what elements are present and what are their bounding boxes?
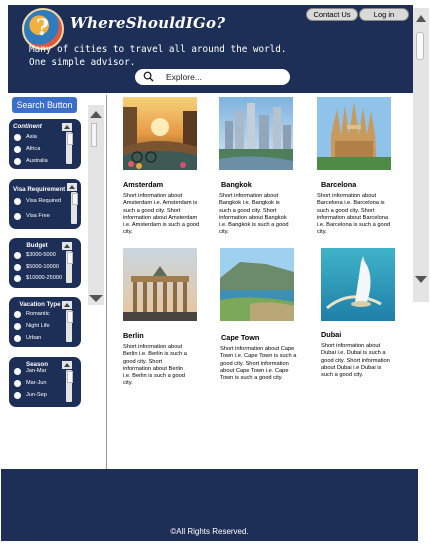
barcelona-photo[interactable] — [317, 97, 391, 170]
filter-title: Visa Requirement — [13, 186, 66, 193]
radio-button[interactable] — [14, 275, 21, 282]
tagline: Many of cities to travel all around the … — [29, 44, 287, 68]
option-label: Africa — [26, 146, 41, 152]
option-label: Jan-Mar — [26, 368, 47, 374]
arrow-down-icon[interactable] — [89, 295, 103, 302]
radio-button[interactable] — [14, 311, 21, 318]
option-label: Visa Free — [26, 213, 50, 219]
city-name[interactable]: Amsterdam — [123, 180, 201, 189]
radio-button[interactable] — [14, 368, 21, 375]
dubai-photo[interactable] — [321, 248, 395, 321]
option-label: Romantic — [26, 311, 50, 317]
copyright-text: ©All Rights Reserved. — [170, 527, 249, 536]
radio-button[interactable] — [14, 134, 21, 141]
city-description: Short information about Bangkok i.e. Ban… — [219, 193, 289, 236]
city-card-amsterdam[interactable]: Amsterdam Short information about Amster… — [123, 97, 201, 237]
sidebar-scrollbar[interactable] — [88, 105, 104, 305]
filter-scrollbar[interactable] — [66, 132, 73, 164]
radio-button[interactable] — [14, 335, 21, 342]
chevron-up-icon[interactable] — [62, 242, 72, 250]
filter-title: Vacation Type — [19, 301, 61, 308]
filter-budget: Budget $3000-5000 $5000-10000 $10000-250… — [9, 238, 81, 288]
berlin-photo[interactable] — [123, 248, 197, 321]
brand-title[interactable]: WhereShouldIGo? — [70, 14, 225, 32]
chevron-up-icon[interactable] — [67, 183, 77, 191]
filter-scrollbar[interactable] — [66, 310, 73, 342]
filter-sidebar: Search Button Continent Asia Africa Aust… — [0, 95, 107, 470]
city-description: Short information about Amsterdam i.e. A… — [123, 193, 200, 236]
cape-town-photo[interactable] — [220, 248, 294, 321]
contact-us-button[interactable]: Contact Us — [306, 8, 358, 21]
radio-button[interactable] — [14, 252, 21, 259]
scrollbar-thumb[interactable] — [416, 32, 424, 60]
search-icon[interactable] — [143, 71, 154, 82]
filter-title: Season — [25, 361, 48, 368]
arrow-down-icon[interactable] — [415, 276, 427, 283]
city-description: Short information about Barcelona i.e. B… — [317, 193, 391, 236]
radio-button[interactable] — [14, 380, 21, 387]
city-description: Short information about Berlin i.e. Berl… — [123, 344, 187, 387]
city-card-cape-town[interactable]: Cape Town Short information about Cape T… — [220, 248, 298, 382]
city-name[interactable]: Cape Town — [221, 333, 298, 342]
city-description: Short information about Dubai i.e. Dubai… — [321, 343, 390, 379]
city-name[interactable]: Dubai — [321, 330, 399, 339]
city-description: Short information about Cape Town i.e. C… — [220, 346, 297, 382]
option-label: Jun-Sep — [26, 392, 47, 398]
explore-search-input[interactable]: Explore... — [135, 69, 290, 85]
site-header: ? WhereShouldIGo? Many of cities to trav… — [8, 5, 413, 93]
radio-button[interactable] — [14, 213, 21, 220]
scrollbar-thumb[interactable] — [91, 123, 97, 147]
page-scrollbar[interactable] — [413, 8, 429, 302]
bangkok-photo[interactable] — [219, 97, 293, 170]
filter-season: Season Jan-Mar Mar-Jun Jun-Sep — [9, 357, 81, 407]
filter-continent: Continent Asia Africa Australia — [9, 119, 81, 169]
chevron-up-icon[interactable] — [62, 301, 72, 309]
city-card-berlin[interactable]: Berlin Short information about Berlin i.… — [123, 248, 201, 388]
option-label: $10000-25000 — [26, 275, 63, 281]
filter-title: Continent — [13, 123, 42, 130]
filter-scrollbar[interactable] — [66, 370, 73, 402]
option-label: Urban — [26, 335, 42, 341]
radio-button[interactable] — [14, 158, 21, 165]
city-name[interactable]: Bangkok — [221, 180, 297, 189]
site-footer: ©All Rights Reserved. — [1, 469, 418, 541]
option-label: $3000-5000 — [26, 252, 56, 258]
filter-visa-requirement: Visa Requirement Visa Required Visa Free — [9, 179, 81, 229]
option-label: Mar-Jun — [26, 380, 47, 386]
option-label: Visa Required — [26, 198, 62, 204]
filter-scrollbar[interactable] — [71, 192, 78, 224]
city-card-bangkok[interactable]: Bangkok Short information about Bangkok … — [219, 97, 297, 237]
city-name[interactable]: Berlin — [123, 331, 201, 340]
option-label: Asia — [26, 134, 37, 140]
filter-scrollbar[interactable] — [66, 251, 73, 283]
arrow-up-icon[interactable] — [90, 111, 102, 118]
arrow-up-icon[interactable] — [416, 15, 426, 22]
chevron-up-icon[interactable] — [62, 361, 72, 369]
chevron-up-icon[interactable] — [62, 123, 72, 131]
login-button[interactable]: Log in — [359, 8, 409, 21]
radio-button[interactable] — [14, 198, 21, 205]
radio-button[interactable] — [14, 392, 21, 399]
filter-title: Budget — [26, 242, 48, 249]
search-button[interactable]: Search Button — [12, 97, 77, 113]
filter-vacation-type: Vacation Type Romantic Night Life Urban — [9, 297, 81, 347]
radio-button[interactable] — [14, 323, 21, 330]
city-card-barcelona[interactable]: Barcelona Short information about Barcel… — [317, 97, 395, 237]
search-placeholder: Explore... — [166, 72, 202, 82]
radio-button[interactable] — [14, 264, 21, 271]
amsterdam-photo[interactable] — [123, 97, 197, 170]
option-label: Night Life — [26, 323, 50, 329]
option-label: Australia — [26, 158, 48, 164]
radio-button[interactable] — [14, 146, 21, 153]
city-card-dubai[interactable]: Dubai Short information about Dubai i.e.… — [321, 248, 399, 379]
city-name[interactable]: Barcelona — [321, 180, 395, 189]
option-label: $5000-10000 — [26, 264, 59, 270]
